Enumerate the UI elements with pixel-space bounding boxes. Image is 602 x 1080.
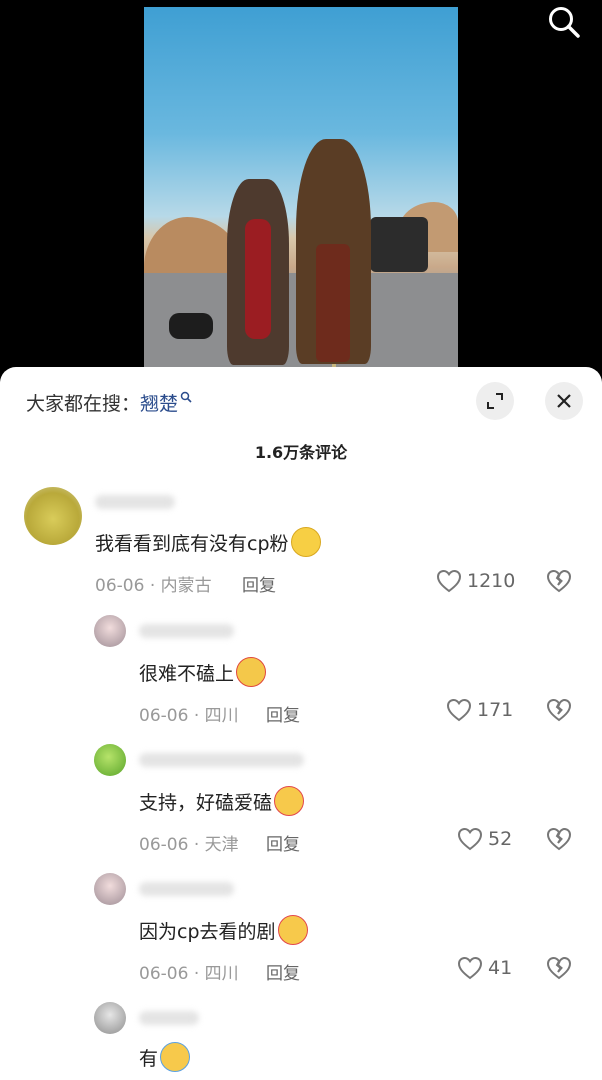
username-blurred[interactable] xyxy=(139,624,234,638)
username-blurred[interactable] xyxy=(139,753,304,767)
bag xyxy=(169,313,213,339)
username-blurred[interactable] xyxy=(139,1011,199,1025)
search-small-icon xyxy=(180,391,192,403)
avatar[interactable] xyxy=(94,873,126,905)
like-button[interactable]: 52 xyxy=(457,827,512,851)
comment-text: 因为cp去看的剧 xyxy=(139,914,308,948)
like-count: 1210 xyxy=(467,570,516,592)
reply-button[interactable]: 回复 xyxy=(266,959,300,984)
reply-button[interactable]: 回复 xyxy=(242,571,276,596)
reply-button[interactable]: 回复 xyxy=(266,830,300,855)
comment-meta: 06-06 · 四川 xyxy=(139,706,239,726)
comments-count: 1.6万条评论 xyxy=(254,443,348,462)
emoji-icon xyxy=(236,656,267,687)
reply-button[interactable]: 回复 xyxy=(266,701,300,726)
like-count: 52 xyxy=(488,828,513,850)
comment-text: 我看看到底有没有cp粉 xyxy=(95,526,321,560)
comment-meta: 06-06 · 四川 xyxy=(139,964,239,984)
like-button[interactable]: 171 xyxy=(446,698,513,722)
avatar[interactable] xyxy=(24,487,82,545)
emoji-icon xyxy=(160,1041,191,1072)
avatar[interactable] xyxy=(94,744,126,776)
man-figure xyxy=(296,139,371,364)
hot-search-keyword[interactable]: 翘楚 xyxy=(140,393,178,415)
heart-outline-icon xyxy=(446,698,472,722)
avatar[interactable] xyxy=(94,615,126,647)
broken-heart-icon[interactable] xyxy=(546,569,572,593)
hot-search-prefix: 大家都在搜： xyxy=(26,393,141,415)
emoji-icon xyxy=(290,526,321,557)
comment-text: 支持，好磕爱磕 xyxy=(139,785,305,819)
woman-figure xyxy=(227,179,289,365)
expand-icon xyxy=(487,393,503,409)
jeep xyxy=(370,217,428,272)
broken-heart-icon[interactable] xyxy=(546,827,572,851)
close-button[interactable] xyxy=(545,382,583,420)
comment-text: 有 xyxy=(139,1041,191,1075)
username-blurred[interactable] xyxy=(95,495,175,509)
heart-outline-icon xyxy=(436,569,462,593)
hot-search[interactable]: 大家都在搜：翘楚 xyxy=(26,389,192,416)
heart-outline-icon xyxy=(457,956,483,980)
like-count: 171 xyxy=(477,699,514,721)
broken-heart-icon[interactable] xyxy=(546,956,572,980)
close-icon xyxy=(557,394,571,408)
comment-text: 很难不磕上 xyxy=(139,656,267,690)
emoji-icon xyxy=(277,914,308,945)
heart-outline-icon xyxy=(457,827,483,851)
video-frame[interactable] xyxy=(144,7,458,368)
expand-button[interactable] xyxy=(476,382,514,420)
like-button[interactable]: 41 xyxy=(457,956,512,980)
like-button[interactable]: 1210 xyxy=(436,569,515,593)
avatar[interactable] xyxy=(94,1002,126,1034)
broken-heart-icon[interactable] xyxy=(546,698,572,722)
search-icon[interactable] xyxy=(547,5,581,39)
emoji-icon xyxy=(274,785,305,816)
comments-sheet: 大家都在搜：翘楚 1.6万条评论 我看看到底有没有cp粉 06-06 · 内蒙古… xyxy=(0,367,602,1080)
username-blurred[interactable] xyxy=(139,882,234,896)
comment-meta: 06-06 · 内蒙古 xyxy=(95,576,212,596)
comment-meta: 06-06 · 天津 xyxy=(139,835,239,855)
like-count: 41 xyxy=(488,957,513,979)
